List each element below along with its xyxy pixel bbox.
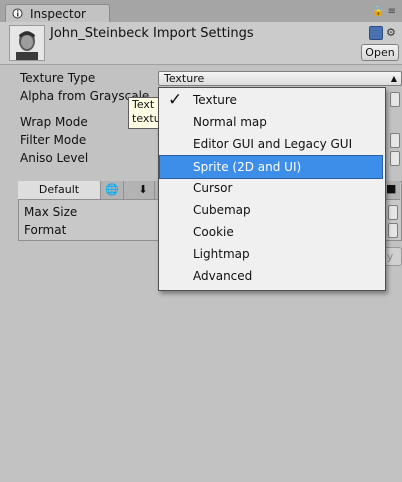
menu-item-label: Texture [193, 93, 237, 107]
format-dropdown[interactable] [388, 223, 398, 238]
menu-item-lightmap[interactable]: Lightmap [160, 243, 382, 265]
menu-icon[interactable]: ≡ [388, 6, 396, 17]
texture-type-value: Texture [164, 72, 205, 85]
alpha-checkbox[interactable] [390, 92, 400, 107]
menu-item-label: Lightmap [193, 247, 250, 261]
tab-label: Inspector [30, 7, 86, 21]
menu-item-label: Editor GUI and Legacy GUI [193, 137, 353, 151]
menu-item-label: Cursor [193, 181, 233, 195]
texture-preview-thumbnail [9, 25, 45, 61]
label-texture-type: Texture Type [20, 71, 96, 85]
menu-item-texture[interactable]: ✓ Texture [160, 89, 382, 111]
menu-item-editor-gui[interactable]: Editor GUI and Legacy GUI [160, 133, 382, 155]
menu-item-cursor[interactable]: Cursor [160, 177, 382, 199]
open-button[interactable]: Open [361, 44, 399, 61]
label-filter-mode: Filter Mode [20, 133, 87, 147]
tab-default[interactable]: Default [18, 181, 101, 199]
aniso-slider[interactable] [390, 151, 400, 166]
globe-icon[interactable]: 🌐 [101, 181, 124, 199]
checkmark-icon: ✓ [168, 90, 183, 110]
menu-item-cubemap[interactable]: Cubemap [160, 199, 382, 221]
asset-header: John_Steinbeck Import Settings ⚙ Open [0, 22, 402, 65]
tab-inspector[interactable]: Inspector [5, 4, 110, 23]
label-format: Format [24, 223, 67, 237]
menu-item-label: Advanced [193, 269, 253, 283]
dropdown-arrow-icon: ▲ [390, 74, 397, 83]
download-icon[interactable]: ⬇ [132, 181, 155, 199]
inspector-icon [12, 8, 23, 19]
help-icon[interactable] [369, 26, 383, 40]
label-wrap-mode: Wrap Mode [20, 115, 88, 129]
label-aniso-level: Aniso Level [20, 151, 89, 165]
android-icon[interactable]: ■ [386, 182, 396, 195]
gear-icon[interactable]: ⚙ [386, 26, 396, 39]
asset-title: John_Steinbeck Import Settings [50, 26, 254, 41]
menu-item-normal-map[interactable]: Normal map [160, 111, 382, 133]
menu-item-label: Cookie [193, 225, 234, 239]
filter-mode-dropdown[interactable] [390, 133, 400, 148]
lock-icon[interactable]: 🔒 [372, 6, 384, 17]
menu-item-label: Normal map [193, 115, 267, 129]
menu-item-cookie[interactable]: Cookie [160, 221, 382, 243]
menu-item-label: Cubemap [193, 203, 251, 217]
max-size-dropdown[interactable] [388, 205, 398, 220]
texture-type-dropdown[interactable]: Texture ▲ [158, 71, 402, 86]
menu-item-advanced[interactable]: Advanced [160, 265, 382, 287]
window-controls: 🔒 ≡ [372, 6, 396, 17]
label-max-size: Max Size [24, 205, 78, 219]
menu-item-label: Sprite (2D and UI) [193, 160, 302, 174]
menu-item-sprite[interactable]: Sprite (2D and UI) [159, 155, 383, 179]
